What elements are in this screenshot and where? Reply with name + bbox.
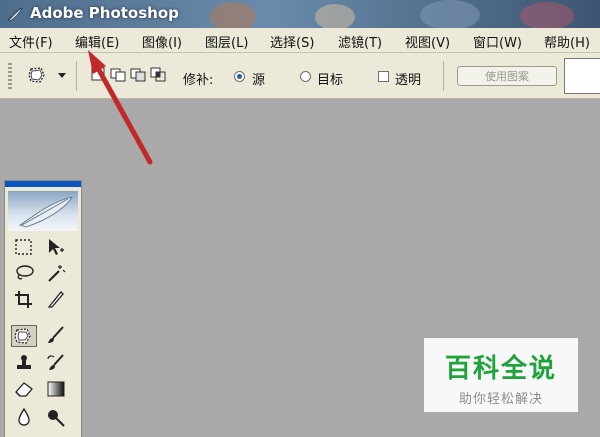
dodge-icon [48, 410, 65, 427]
history-brush-icon [47, 354, 64, 370]
history-brush-tool[interactable] [45, 353, 71, 375]
crop-icon [15, 291, 32, 308]
separator [443, 61, 444, 91]
marquee-tool[interactable] [13, 237, 39, 259]
menu-select[interactable]: 选择(S) [270, 32, 314, 51]
source-label: 源 [252, 73, 266, 88]
stamp-icon [17, 355, 31, 369]
menu-file[interactable]: 文件(F) [9, 32, 53, 51]
subtract-selection-icon[interactable] [130, 66, 146, 82]
separator [76, 61, 77, 91]
background-blur [315, 4, 355, 28]
photoshop-feather-icon[interactable] [8, 191, 78, 231]
menu-layer[interactable]: 图层(L) [205, 32, 248, 51]
toolbox-panel [4, 180, 82, 437]
slice-tool[interactable] [45, 289, 71, 311]
photoshop-feather-icon [7, 7, 23, 22]
target-label: 目标 [317, 73, 344, 88]
brush-tool[interactable] [45, 325, 71, 347]
healing-patch-icon [14, 328, 31, 344]
move-tool[interactable] [45, 237, 71, 259]
background-blur [520, 2, 574, 28]
menu-edit[interactable]: 编辑(E) [75, 32, 119, 51]
gradient-icon [47, 381, 65, 397]
dropdown-arrow-icon[interactable] [58, 71, 66, 79]
marquee-icon [15, 239, 32, 255]
transparent-label: 透明 [395, 73, 422, 88]
lasso-tool[interactable] [13, 263, 39, 285]
watermark-slogan: 助你轻松解决 [458, 392, 543, 407]
eraser-tool[interactable] [13, 379, 39, 401]
lasso-icon [16, 265, 34, 280]
magic-wand-icon [48, 265, 66, 282]
background-blur [210, 2, 256, 28]
use-pattern-button[interactable]: 使用图案 [457, 66, 557, 86]
menu-help[interactable]: 帮助(H) [544, 32, 590, 51]
move-icon [49, 239, 64, 255]
magic-wand-tool[interactable] [45, 263, 71, 285]
healing-patch-tool[interactable] [11, 325, 37, 347]
dodge-tool[interactable] [45, 407, 71, 429]
add-selection-icon[interactable] [110, 66, 126, 82]
toolbox-header[interactable] [5, 181, 81, 187]
patch-label: 修补: [183, 73, 214, 88]
eraser-icon [15, 382, 33, 397]
menu-image[interactable]: 图像(I) [142, 32, 182, 51]
background-blur [420, 0, 480, 28]
brush-icon [48, 326, 64, 343]
stamp-tool[interactable] [13, 353, 39, 375]
target-radio[interactable] [300, 71, 311, 82]
menu-filter[interactable]: 滤镜(T) [338, 32, 382, 51]
source-radio[interactable] [234, 71, 245, 82]
title-bar: Adobe Photoshop [0, 0, 600, 28]
crop-tool[interactable] [13, 289, 39, 311]
menu-bar: 文件(F) 编辑(E) 图像(I) 图层(L) 选择(S) 滤镜(T) 视图(V… [0, 28, 600, 53]
watermark-badge: 百科全说 助你轻松解决 [424, 338, 578, 412]
intersect-selection-icon[interactable] [150, 66, 166, 82]
gradient-tool[interactable] [45, 379, 71, 401]
patch-tool-icon[interactable] [26, 65, 48, 85]
blur-tool[interactable] [13, 407, 39, 429]
window-title: Adobe Photoshop [30, 4, 179, 22]
new-selection-icon[interactable] [90, 66, 106, 82]
menu-window[interactable]: 窗口(W) [473, 32, 522, 51]
pattern-swatch[interactable] [564, 58, 600, 94]
slice-icon [47, 291, 64, 308]
menu-view[interactable]: 视图(V) [405, 32, 450, 51]
watermark-brand: 百科全说 [444, 354, 557, 384]
options-bar-grip[interactable] [8, 63, 12, 89]
transparent-checkbox[interactable] [378, 71, 389, 82]
blur-icon [18, 407, 30, 426]
